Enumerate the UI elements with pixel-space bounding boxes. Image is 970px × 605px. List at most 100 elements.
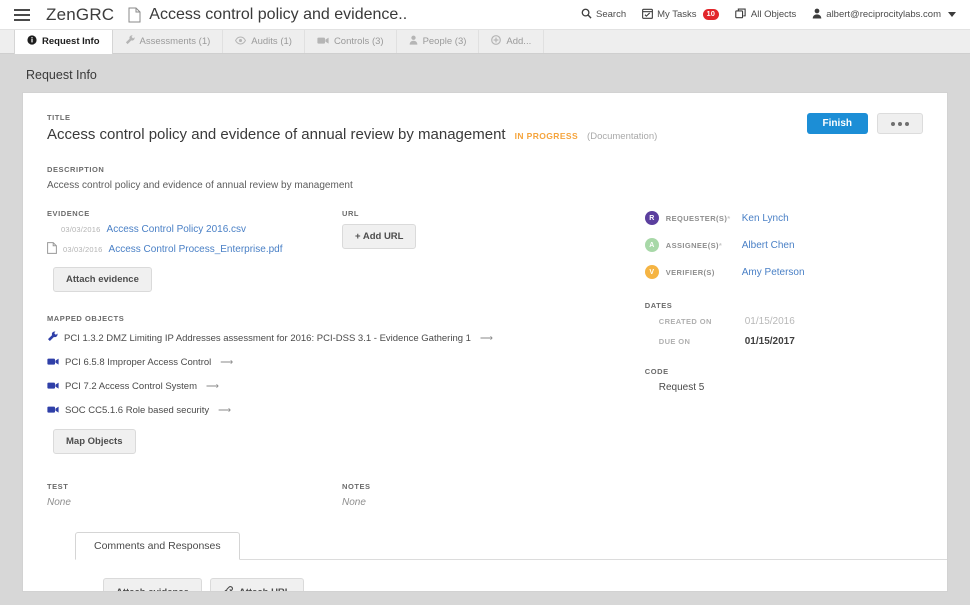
calendar-check-icon [642, 8, 654, 22]
ellipsis-dot [898, 121, 902, 126]
assignee-name[interactable]: Albert Chen [742, 240, 795, 251]
attach-url-label: Attach URL [238, 586, 291, 592]
chevron-down-icon [948, 12, 956, 17]
role-text: VERIFIER(S) [665, 267, 715, 277]
mapped-object-item[interactable]: PCI 1.3.2 DMZ Limiting IP Addresses asse… [47, 329, 631, 347]
map-objects-button[interactable]: Map Objects [53, 429, 136, 454]
mapped-objects-block: MAPPED OBJECTS PCI 1.3.2 DMZ Limiting IP… [47, 314, 631, 454]
comment-attach-buttons: Attach evidence Attach URL [103, 578, 923, 592]
evidence-item[interactable]: 03/03/2016 Access Control Policy 2016.cs… [47, 224, 342, 235]
verifier-label: VERIFIER(S) [666, 268, 742, 277]
card-header-row: TITLE Access control policy and evidence… [47, 113, 923, 143]
mapped-object-item[interactable]: PCI 6.5.8 Improper Access Control ⟶ [47, 353, 631, 371]
finish-button[interactable]: Finish [806, 113, 868, 134]
more-options-button[interactable] [877, 113, 923, 134]
verifier-name[interactable]: Amy Peterson [742, 267, 805, 278]
mapped-objects-label: MAPPED OBJECTS [47, 314, 125, 323]
mapped-object-text: PCI 1.3.2 DMZ Limiting IP Addresses asse… [64, 332, 471, 344]
mapped-object-item[interactable]: PCI 7.2 Access Control System ⟶ [47, 377, 631, 395]
tab-label: Add... [506, 36, 532, 47]
evidence-link[interactable]: Access Control Process_Enterprise.pdf [109, 244, 283, 255]
notes-value: None [342, 497, 366, 508]
comment-attach-url-button[interactable]: Attach URL [209, 578, 304, 592]
evidence-date: 03/03/2016 [63, 245, 103, 254]
code-block: CODE Request 5 [645, 367, 923, 393]
user-email: albert@reciprocitylabs.com [826, 9, 941, 20]
ellipsis-dot [891, 121, 895, 126]
evidence-url-row: EVIDENCE 03/03/2016 Access Control Polic… [47, 209, 631, 292]
created-on-label: CREATED ON [658, 317, 712, 326]
comment-attach-evidence-button[interactable]: Attach evidence [103, 578, 202, 591]
requester-avatar: R [644, 211, 659, 225]
tab-people[interactable]: People (3) [397, 30, 480, 53]
due-on-value: 01/15/2017 [744, 336, 795, 347]
main-two-column-layout: EVIDENCE 03/03/2016 Access Control Polic… [47, 209, 923, 508]
search-icon [581, 8, 592, 22]
open-arrow-icon[interactable]: ⟶ [480, 333, 493, 344]
evidence-item[interactable]: 03/03/2016 Access Control Process_Enterp… [47, 242, 342, 257]
video-camera-icon [47, 401, 59, 419]
person-icon [812, 8, 822, 22]
plus-circle-icon [491, 35, 502, 48]
my-tasks-button[interactable]: My Tasks 10 [642, 8, 719, 22]
mapped-object-text: PCI 6.5.8 Improper Access Control [65, 356, 212, 368]
hamburger-menu-icon[interactable] [14, 8, 30, 21]
verifier-row: V VERIFIER(S) Amy Peterson [644, 265, 923, 279]
due-on-label: DUE ON [658, 337, 691, 346]
page-section-heading: Request Info [26, 68, 97, 82]
person-icon [409, 35, 418, 48]
url-block: URL + Add URL [342, 209, 602, 292]
requester-label: REQUESTER(S)* [666, 214, 742, 223]
test-value: None [47, 497, 71, 508]
open-arrow-icon[interactable]: ⟶ [218, 405, 231, 416]
due-on-row: DUE ON 01/15/2017 [645, 336, 923, 347]
tab-add[interactable]: Add... [479, 30, 545, 53]
tab-request-info[interactable]: Request Info [14, 30, 113, 54]
assignee-label: ASSIGNEE(S)* [666, 241, 742, 250]
created-on-row: CREATED ON 01/15/2016 [645, 316, 923, 327]
dates-label: DATES [644, 301, 673, 310]
tab-controls[interactable]: Controls (3) [305, 30, 397, 53]
search-label: Search [596, 9, 627, 20]
object-tab-strip: Request Info Assessments (1) Audits (1) … [0, 30, 970, 54]
add-url-button[interactable]: + Add URL [342, 224, 417, 249]
top-navigation-bar: ZenGRC Access control policy and evidenc… [0, 0, 970, 30]
evidence-date: 03/03/2016 [61, 225, 101, 234]
assignee-row: A ASSIGNEE(S)* Albert Chen [644, 238, 923, 252]
link-icon [223, 585, 234, 591]
brand-logo[interactable]: ZenGRC [46, 5, 114, 25]
attach-evidence-button[interactable]: Attach evidence [53, 267, 152, 292]
wrench-icon [47, 329, 58, 347]
test-field-label: TEST [47, 482, 69, 491]
open-arrow-icon[interactable]: ⟶ [220, 357, 233, 368]
role-text: ASSIGNEE(S) [665, 240, 719, 250]
evidence-link[interactable]: Access Control Policy 2016.csv [107, 224, 247, 235]
mapped-object-text: PCI 7.2 Access Control System [65, 380, 197, 392]
verifier-avatar: V [644, 265, 659, 279]
test-notes-row: TEST None NOTES None [47, 482, 631, 508]
mapped-object-item[interactable]: SOC CC5.1.6 Role based security ⟶ [47, 401, 631, 419]
my-tasks-label: My Tasks [657, 9, 697, 20]
role-text: REQUESTER(S) [665, 213, 728, 223]
comment-composer: Attach evidence Attach URL [75, 560, 923, 592]
search-button[interactable]: Search [581, 8, 626, 22]
card-action-buttons: Finish [806, 113, 923, 134]
code-label: CODE [644, 367, 669, 376]
tab-audits[interactable]: Audits (1) [223, 30, 305, 53]
stack-icon [735, 8, 747, 22]
all-objects-button[interactable]: All Objects [735, 8, 796, 22]
top-right-actions: Search My Tasks 10 All Objects albert@re… [581, 8, 956, 22]
request-type-label: (Documentation) [587, 131, 658, 142]
title-row: Access control policy and evidence of an… [47, 126, 807, 143]
assignee-avatar: A [644, 238, 659, 252]
user-menu[interactable]: albert@reciprocitylabs.com [812, 8, 956, 22]
wrench-icon [125, 35, 135, 48]
tab-comments-and-responses[interactable]: Comments and Responses [75, 532, 240, 560]
code-value: Request 5 [658, 382, 705, 393]
file-icon [47, 242, 57, 257]
page-body: Request Info TITLE Access control policy… [0, 54, 970, 605]
requester-name[interactable]: Ken Lynch [742, 213, 789, 224]
my-tasks-badge: 10 [702, 9, 719, 20]
open-arrow-icon[interactable]: ⟶ [206, 381, 219, 392]
tab-assessments[interactable]: Assessments (1) [113, 30, 224, 53]
